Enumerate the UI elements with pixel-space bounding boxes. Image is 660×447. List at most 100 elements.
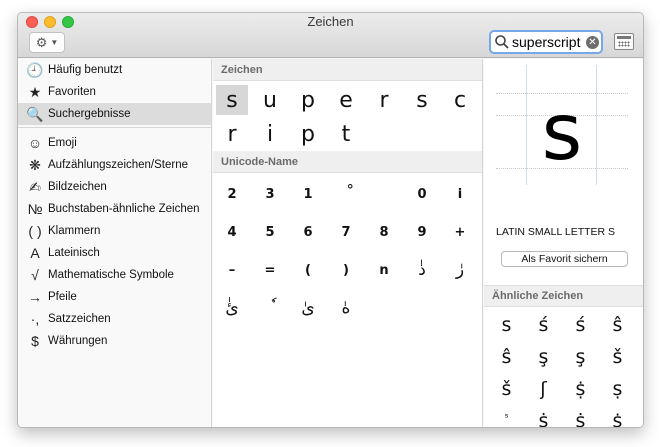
- unicode-character-cell[interactable]: ئٰ: [213, 289, 251, 327]
- unicode-character-cell[interactable]: 8: [365, 213, 403, 251]
- unicode-character-cell[interactable]: =: [251, 251, 289, 289]
- chevron-down-icon: ▼: [50, 38, 59, 47]
- sidebar-item[interactable]: ( ) Klammern: [18, 220, 211, 242]
- unicode-name-grid: 231ْ 0i 456789+ –=()nذٰرٰ ئٰٗىٰهٰ: [213, 173, 482, 327]
- unicode-character-cell[interactable]: ْ: [327, 175, 365, 213]
- results-pane: Zeichen superscript Unicode-Name 231ْ0i4…: [213, 59, 483, 427]
- unicode-character-cell[interactable]: 2: [213, 175, 251, 213]
- search-input[interactable]: [510, 34, 586, 50]
- search-field[interactable]: ✕: [489, 30, 603, 54]
- similar-character-cell[interactable]: ş: [525, 341, 562, 373]
- sidebar-item-label: Währungen: [48, 335, 108, 347]
- unicode-character-cell[interactable]: رٰ: [441, 251, 479, 289]
- sidebar-item-label: Aufzählungszeichen/Sterne: [48, 159, 189, 171]
- similar-character-cell[interactable]: ṩ: [562, 373, 599, 405]
- sidebar-item-label: Emoji: [48, 137, 77, 149]
- unicode-character-cell[interactable]: –: [213, 251, 251, 289]
- similar-character-cell[interactable]: s: [488, 309, 525, 341]
- character-cell[interactable]: s: [216, 85, 248, 115]
- unicode-character-cell[interactable]: 5: [251, 213, 289, 251]
- sidebar-item[interactable]: ★ Favoriten: [18, 81, 211, 103]
- sidebar-item-label: Pfeile: [48, 291, 77, 303]
- character-cell[interactable]: r: [213, 117, 251, 151]
- character-cell[interactable]: r: [365, 83, 403, 117]
- unicode-character-cell[interactable]: +: [441, 213, 479, 251]
- title-bar: Zeichen ⚙ ▼ ✕: [18, 13, 643, 58]
- character-cell[interactable]: e: [327, 83, 365, 117]
- similar-character-cell[interactable]: ś: [525, 309, 562, 341]
- clear-search-icon[interactable]: ✕: [586, 35, 599, 49]
- glyph-preview: s: [496, 65, 628, 185]
- character-cell[interactable]: t: [327, 117, 365, 151]
- sidebar-item[interactable]: $ Währungen: [18, 330, 211, 352]
- sidebar-item[interactable]: √ Mathematische Symbole: [18, 264, 211, 286]
- category-icon: №: [27, 201, 43, 217]
- category-sidebar: 🕘 Häufig benutzt ★ Favoriten 🔍 Suchergebnisse…: [18, 59, 212, 427]
- unicode-character-cell[interactable]: 7: [327, 213, 365, 251]
- character-cell[interactable]: p: [289, 83, 327, 117]
- window-title: Zeichen: [307, 14, 354, 29]
- sidebar-item-label: Bildzeichen: [48, 181, 107, 193]
- similar-character-cell[interactable]: š: [488, 373, 525, 405]
- search-icon: [495, 35, 509, 49]
- unicode-character-cell[interactable]: 0: [403, 175, 441, 213]
- category-icon: ☺: [27, 135, 43, 151]
- similar-character-cell[interactable]: ṡ: [525, 405, 562, 427]
- unicode-character-cell[interactable]: ىٰ: [289, 289, 327, 327]
- unicode-character-cell[interactable]: [365, 175, 403, 213]
- unicode-character-cell[interactable]: n: [365, 251, 403, 289]
- similar-character-cell[interactable]: ś: [562, 309, 599, 341]
- sidebar-item[interactable]: 🕘 Häufig benutzt: [18, 59, 211, 81]
- unicode-character-cell[interactable]: هٰ: [327, 289, 365, 327]
- sidebar-item[interactable]: 🔍 Suchergebnisse: [18, 103, 211, 125]
- category-icon: 🔍: [26, 105, 44, 122]
- gear-icon: ⚙: [35, 34, 48, 50]
- unicode-character-cell[interactable]: 4: [213, 213, 251, 251]
- similar-character-cell[interactable]: ŝ: [488, 341, 525, 373]
- similar-characters-grid: sśśŝŝşşššʃṩṣˢṡṡṩ: [488, 309, 636, 427]
- similar-character-cell[interactable]: ṣ: [599, 373, 636, 405]
- similar-character-cell[interactable]: ṡ: [562, 405, 599, 427]
- character-cell[interactable]: c: [441, 83, 479, 117]
- characters-window: Zeichen ⚙ ▼ ✕ 🕘 Häufig benutzt ★ Favoriten 🔍…: [17, 12, 644, 428]
- character-cell[interactable]: s: [403, 83, 441, 117]
- unicode-character-cell[interactable]: 9: [403, 213, 441, 251]
- unicode-character-cell[interactable]: ذٰ: [403, 251, 441, 289]
- sidebar-item-label: Mathematische Symbole: [48, 269, 174, 281]
- similar-characters-header: Ähnliche Zeichen: [484, 285, 643, 307]
- preview-glyph: s: [541, 88, 583, 178]
- character-palette-icon[interactable]: [614, 33, 634, 50]
- category-icon: ❋: [29, 156, 41, 173]
- sidebar-item[interactable]: → Pfeile: [18, 286, 211, 308]
- character-cell[interactable]: i: [251, 117, 289, 151]
- sidebar-item[interactable]: № Buchstaben-ähnliche Zeichen: [18, 198, 211, 220]
- character-cell[interactable]: u: [251, 83, 289, 117]
- sidebar-item-label: Häufig benutzt: [48, 64, 123, 76]
- similar-character-cell[interactable]: ṩ: [599, 405, 636, 427]
- unicode-character-cell[interactable]: i: [441, 175, 479, 213]
- unicode-character-cell[interactable]: 1: [289, 175, 327, 213]
- similar-character-cell[interactable]: ş: [562, 341, 599, 373]
- character-name: LATIN SMALL LETTER S: [496, 226, 616, 238]
- sidebar-item[interactable]: ✍ Bildzeichen: [18, 176, 211, 198]
- similar-character-cell[interactable]: š: [599, 341, 636, 373]
- similar-character-cell[interactable]: ˢ: [488, 405, 525, 427]
- sidebar-divider: [18, 127, 211, 128]
- sidebar-item[interactable]: ❋ Aufzählungszeichen/Sterne: [18, 154, 211, 176]
- category-icon: $: [31, 333, 39, 349]
- add-to-favorites-button[interactable]: Als Favorit sichern: [501, 251, 628, 267]
- sidebar-item[interactable]: ☺ Emoji: [18, 132, 211, 154]
- category-icon: ( ): [28, 223, 42, 239]
- action-menu-button[interactable]: ⚙ ▼: [29, 32, 65, 53]
- character-cell[interactable]: p: [289, 117, 327, 151]
- similar-character-cell[interactable]: ŝ: [599, 309, 636, 341]
- character-grid: superscript: [213, 81, 482, 151]
- unicode-character-cell[interactable]: 6: [289, 213, 327, 251]
- sidebar-item[interactable]: A Lateinisch: [18, 242, 211, 264]
- similar-character-cell[interactable]: ʃ: [525, 373, 562, 405]
- unicode-character-cell[interactable]: (: [289, 251, 327, 289]
- unicode-character-cell[interactable]: ): [327, 251, 365, 289]
- unicode-character-cell[interactable]: 3: [251, 175, 289, 213]
- sidebar-item[interactable]: ·, Satzzeichen: [18, 308, 211, 330]
- unicode-character-cell[interactable]: ٗ: [251, 289, 289, 327]
